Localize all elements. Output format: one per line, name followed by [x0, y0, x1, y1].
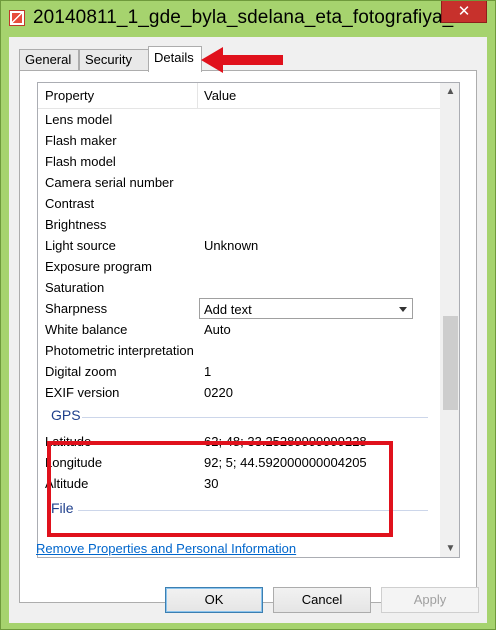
property-value[interactable]: Unknown — [204, 238, 258, 253]
list-item[interactable]: Light source Unknown — [38, 235, 440, 256]
property-name: EXIF version — [45, 385, 120, 400]
list-item[interactable]: Digital zoom 1 — [38, 361, 440, 382]
list-item[interactable]: Flash maker — [38, 130, 440, 151]
gps-highlight-annotation — [47, 441, 393, 537]
list-item[interactable]: Lens model — [38, 109, 440, 130]
list-item[interactable]: Contrast — [38, 193, 440, 214]
chevron-up-icon[interactable]: ▲ — [441, 83, 459, 100]
list-item[interactable]: White balance Auto — [38, 319, 440, 340]
remove-properties-link[interactable]: Remove Properties and Personal Informati… — [36, 541, 296, 556]
list-item[interactable]: Flash model — [38, 151, 440, 172]
list-item[interactable]: Camera serial number — [38, 172, 440, 193]
property-name: Camera serial number — [45, 175, 174, 190]
tab-security[interactable]: Security — [79, 49, 149, 71]
window-title: 20140811_1_gde_byla_sdelana_eta_fotograf… — [33, 7, 470, 28]
ok-button[interactable]: OK — [165, 587, 263, 613]
property-name: Photometric interpretation — [45, 343, 194, 358]
sharpness-dropdown[interactable]: Add text — [199, 298, 413, 319]
list-item[interactable]: Sharpness Add text — [38, 298, 440, 319]
column-header-value[interactable]: Value — [204, 88, 236, 103]
property-name: Brightness — [45, 217, 107, 232]
scrollbar-thumb[interactable] — [443, 316, 458, 410]
list-item[interactable]: Photometric interpretation — [38, 340, 440, 361]
column-header-property[interactable]: Property — [45, 88, 94, 103]
chevron-down-icon[interactable]: ▼ — [441, 540, 459, 557]
property-value[interactable]: 1 — [204, 364, 211, 379]
title-bar[interactable]: 20140811_1_gde_byla_sdelana_eta_fotograf… — [1, 1, 495, 37]
red-arrow-annotation — [201, 47, 283, 73]
image-file-icon — [9, 10, 25, 26]
list-item[interactable]: EXIF version 0220 — [38, 382, 440, 403]
property-name: Lens model — [45, 112, 113, 127]
property-name: Contrast — [45, 196, 95, 211]
property-name: Digital zoom — [45, 364, 117, 379]
properties-window: 20140811_1_gde_byla_sdelana_eta_fotograf… — [0, 0, 496, 630]
apply-button[interactable]: Apply — [381, 587, 479, 613]
property-name: Exposure program — [45, 259, 152, 274]
group-divider — [82, 417, 428, 418]
list-header: Property Value — [38, 83, 440, 109]
dialog-client-area: General Security Details Property Value … — [9, 37, 487, 623]
vertical-scrollbar[interactable]: ▲ ▼ — [440, 83, 459, 557]
property-name: Flash model — [45, 154, 116, 169]
property-name: Saturation — [45, 280, 105, 295]
property-name: Flash maker — [45, 133, 117, 148]
property-value[interactable]: 0220 — [204, 385, 233, 400]
tab-general[interactable]: General — [19, 49, 79, 71]
tab-details[interactable]: Details — [148, 46, 202, 72]
list-item[interactable]: Exposure program — [38, 256, 440, 277]
chevron-down-icon[interactable] — [399, 307, 407, 312]
property-name: Light source — [45, 238, 116, 253]
property-value[interactable]: Auto — [204, 322, 231, 337]
list-item[interactable]: Brightness — [38, 214, 440, 235]
property-name: White balance — [45, 322, 128, 337]
property-name: Sharpness — [45, 301, 108, 316]
list-item[interactable]: Saturation — [38, 277, 440, 298]
dropdown-value: Add text — [204, 302, 252, 317]
column-divider[interactable] — [197, 83, 198, 109]
cancel-button[interactable]: Cancel — [273, 587, 371, 613]
group-header-gps[interactable]: GPS — [51, 407, 81, 423]
close-button[interactable]: ✕ — [441, 1, 487, 23]
